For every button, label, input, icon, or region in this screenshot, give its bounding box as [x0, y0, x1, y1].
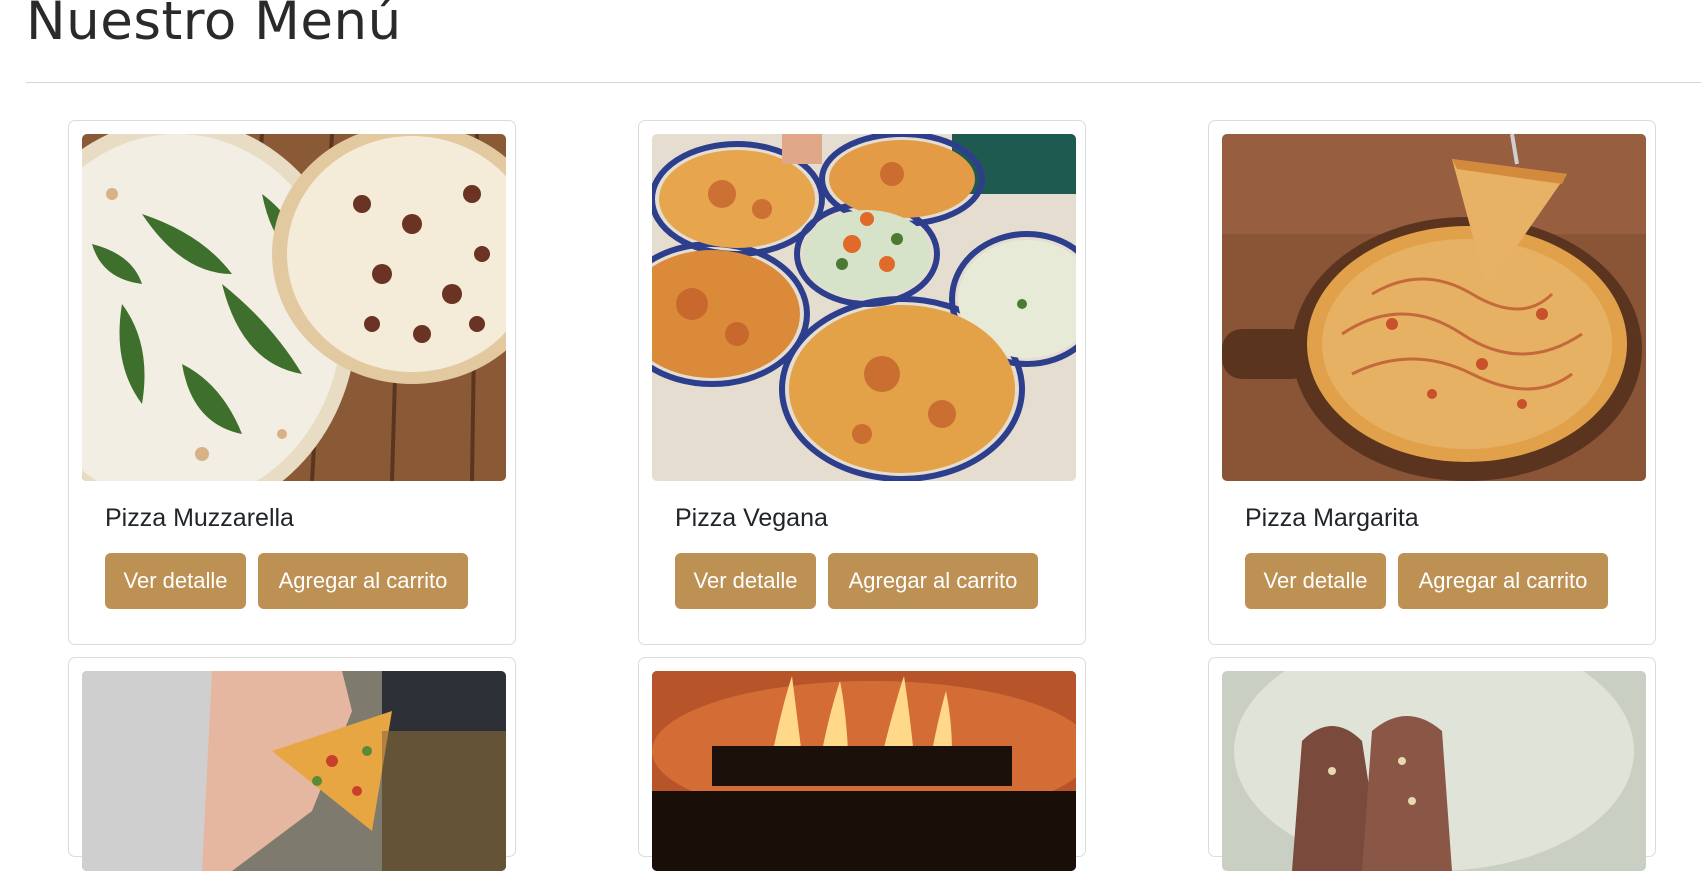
page-title: Nuestro Menú — [26, 0, 402, 52]
product-image-pizza-muzzarella — [82, 134, 506, 481]
product-card: Pizza Vegana Ver detalle Agregar al carr… — [638, 120, 1086, 645]
product-name: Pizza Muzzarella — [105, 504, 294, 532]
add-to-cart-button[interactable]: Agregar al carrito — [1398, 553, 1608, 609]
product-card: Pizza Margarita Ver detalle Agregar al c… — [1208, 120, 1656, 645]
product-card: Pizza Muzzarella Ver detalle Agregar al … — [68, 120, 516, 645]
title-divider — [26, 82, 1701, 83]
view-detail-button[interactable]: Ver detalle — [675, 553, 816, 609]
product-name: Pizza Margarita — [1245, 504, 1419, 532]
add-to-cart-button[interactable]: Agregar al carrito — [258, 553, 468, 609]
product-card — [68, 657, 516, 871]
view-detail-button[interactable]: Ver detalle — [1245, 553, 1386, 609]
product-image-chocolate-dessert — [1222, 671, 1646, 871]
product-image-pizza-vegana — [652, 134, 1076, 481]
view-detail-button[interactable]: Ver detalle — [105, 553, 246, 609]
add-to-cart-button[interactable]: Agregar al carrito — [828, 553, 1038, 609]
product-card — [638, 657, 1086, 871]
product-name: Pizza Vegana — [675, 504, 828, 532]
product-image-pizza-slice-hand — [82, 671, 506, 871]
product-image-wood-oven-fire — [652, 671, 1076, 871]
product-card — [1208, 657, 1656, 871]
product-image-pizza-margarita — [1222, 134, 1646, 481]
